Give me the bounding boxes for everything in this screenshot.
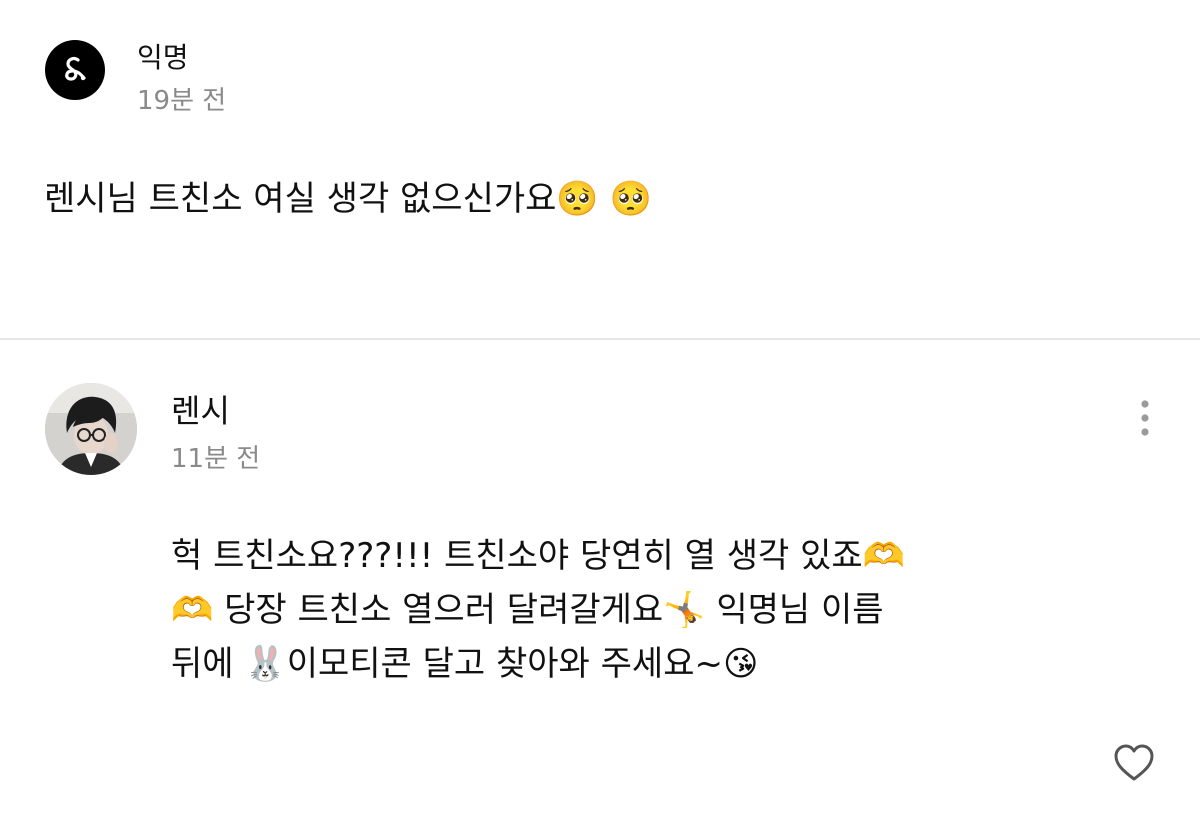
question-author: 익명 (137, 41, 189, 74)
answer-time: 11분 전 (171, 444, 261, 474)
kebab-menu-icon (1141, 400, 1149, 436)
answer-text: 헉 트친소요???!!! 트친소야 당연히 열 생각 있죠🫶 🫶 당장 트친소 … (171, 536, 905, 684)
qa-page: 익명 19분 전 렌시님 트친소 여실 생각 없으신가요🥺 🥺 렌시 11분 전… (0, 0, 1200, 825)
question-card: 익명 19분 전 렌시님 트친소 여실 생각 없으신가요🥺 🥺 (0, 0, 1200, 338)
profile-avatar[interactable] (45, 383, 137, 475)
anonymous-avatar (45, 40, 105, 100)
ampersand-logo-icon (65, 57, 86, 81)
answer-author: 렌시 (171, 392, 230, 430)
heart-icon (1114, 744, 1154, 781)
divider (0, 338, 1200, 340)
question-time: 19분 전 (137, 86, 227, 116)
more-options-button[interactable] (1130, 398, 1160, 438)
profile-photo (45, 383, 137, 475)
like-button[interactable] (1112, 742, 1156, 786)
question-text: 렌시님 트친소 여실 생각 없으신가요🥺 🥺 (44, 179, 652, 219)
